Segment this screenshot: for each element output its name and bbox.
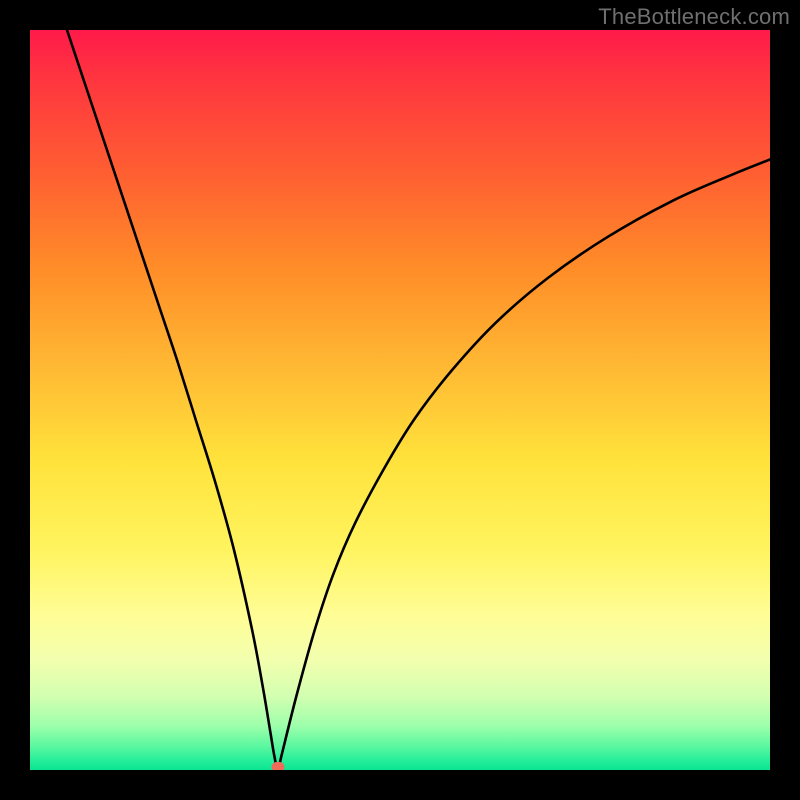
chart-frame: TheBottleneck.com (0, 0, 800, 800)
bottleneck-curve (30, 30, 770, 770)
plot-area (30, 30, 770, 770)
watermark-text: TheBottleneck.com (598, 4, 790, 30)
minimum-marker (271, 762, 284, 770)
